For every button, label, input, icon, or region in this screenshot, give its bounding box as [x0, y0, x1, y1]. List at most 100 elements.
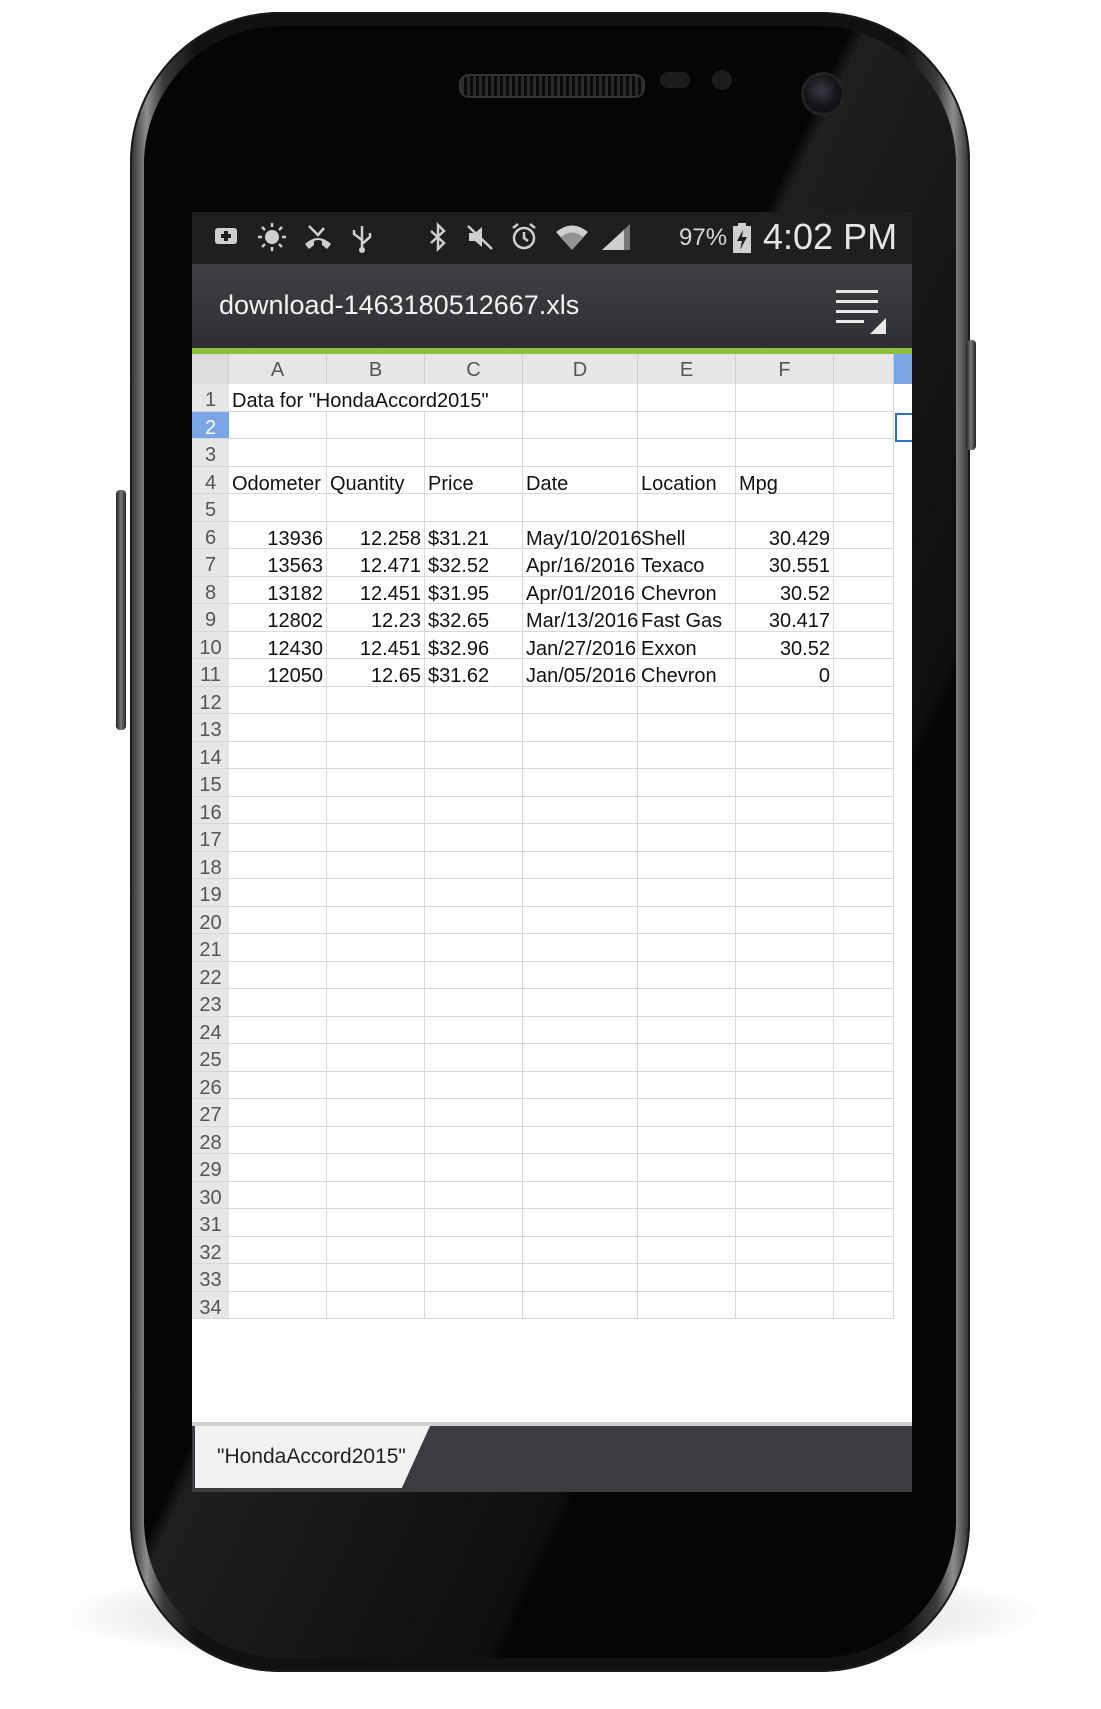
- column-header-c[interactable]: C: [425, 354, 523, 384]
- row-header[interactable]: 26: [192, 1071, 229, 1099]
- table-cell[interactable]: $32.52: [425, 549, 523, 577]
- table-cell[interactable]: [834, 796, 894, 824]
- row-header[interactable]: 7: [192, 549, 229, 577]
- row-header[interactable]: 29: [192, 1154, 229, 1182]
- row-header[interactable]: 30: [192, 1181, 229, 1209]
- table-cell[interactable]: Exxon: [638, 631, 736, 660]
- table-cell[interactable]: [327, 824, 425, 852]
- table-cell[interactable]: [736, 411, 834, 439]
- row-header[interactable]: 32: [192, 1236, 229, 1264]
- table-cell[interactable]: [327, 1264, 425, 1292]
- table-cell[interactable]: [638, 1264, 736, 1292]
- table-cell[interactable]: Date: [523, 466, 638, 495]
- table-cell[interactable]: [834, 1264, 894, 1292]
- row-header[interactable]: 31: [192, 1209, 229, 1237]
- table-cell[interactable]: [834, 604, 894, 632]
- table-cell[interactable]: [523, 494, 638, 522]
- table-cell[interactable]: [523, 1154, 638, 1182]
- table-cell[interactable]: [425, 411, 523, 439]
- table-cell[interactable]: [327, 411, 425, 439]
- table-cell[interactable]: [736, 1154, 834, 1182]
- table-cell[interactable]: [229, 851, 327, 879]
- table-cell[interactable]: [638, 411, 736, 439]
- row-header[interactable]: 5: [192, 494, 229, 522]
- table-cell[interactable]: [834, 659, 894, 687]
- table-cell[interactable]: [523, 439, 638, 467]
- row-header[interactable]: 3: [192, 439, 229, 467]
- row-header[interactable]: 1: [192, 384, 229, 412]
- row-header[interactable]: 2: [192, 411, 229, 439]
- table-cell[interactable]: 13936: [229, 521, 327, 550]
- table-cell[interactable]: Data for "HondaAccord2015": [229, 384, 523, 412]
- table-cell[interactable]: [327, 1181, 425, 1209]
- table-cell[interactable]: [327, 686, 425, 714]
- table-cell[interactable]: [523, 961, 638, 989]
- table-cell[interactable]: [327, 494, 425, 522]
- spreadsheet-grid[interactable]: A B C D E F 1 Data for "HondaAccord2015" 2…: [192, 354, 912, 1422]
- table-cell[interactable]: [834, 549, 894, 577]
- row-header[interactable]: 20: [192, 906, 229, 934]
- table-cell[interactable]: [834, 934, 894, 962]
- table-cell[interactable]: [229, 1126, 327, 1154]
- row-header[interactable]: 27: [192, 1099, 229, 1127]
- table-cell[interactable]: [834, 494, 894, 522]
- select-all-corner[interactable]: [192, 354, 229, 384]
- table-cell[interactable]: Apr/16/2016: [523, 549, 638, 577]
- table-cell[interactable]: Odometer: [229, 466, 327, 495]
- table-cell[interactable]: [834, 741, 894, 769]
- table-cell[interactable]: [229, 439, 327, 467]
- table-cell[interactable]: [523, 769, 638, 797]
- table-cell[interactable]: [327, 741, 425, 769]
- table-cell[interactable]: [638, 1236, 736, 1264]
- table-cell[interactable]: [327, 1126, 425, 1154]
- table-cell[interactable]: [523, 1016, 638, 1044]
- table-cell[interactable]: [523, 851, 638, 879]
- table-cell[interactable]: [638, 1154, 736, 1182]
- table-cell[interactable]: [327, 769, 425, 797]
- table-cell[interactable]: [638, 741, 736, 769]
- table-cell[interactable]: [229, 906, 327, 934]
- table-cell[interactable]: [834, 439, 894, 467]
- table-cell[interactable]: Location: [638, 466, 736, 495]
- table-cell[interactable]: [425, 906, 523, 934]
- table-cell[interactable]: Mar/13/2016: [523, 604, 638, 632]
- table-cell[interactable]: [638, 439, 736, 467]
- column-header-selected[interactable]: [894, 354, 912, 384]
- table-cell[interactable]: [229, 1071, 327, 1099]
- row-header[interactable]: 18: [192, 851, 229, 879]
- table-cell[interactable]: $31.62: [425, 659, 523, 687]
- column-header-b[interactable]: B: [327, 354, 425, 384]
- table-cell[interactable]: [327, 851, 425, 879]
- row-header[interactable]: 13: [192, 714, 229, 742]
- table-cell[interactable]: [736, 796, 834, 824]
- table-cell[interactable]: 12.258: [327, 521, 425, 550]
- row-header[interactable]: 33: [192, 1264, 229, 1292]
- row-header[interactable]: 19: [192, 879, 229, 907]
- table-cell[interactable]: [736, 1016, 834, 1044]
- table-cell[interactable]: [638, 1071, 736, 1099]
- table-cell[interactable]: [834, 851, 894, 879]
- table-cell[interactable]: [327, 1154, 425, 1182]
- table-cell[interactable]: [736, 1236, 834, 1264]
- table-cell[interactable]: [425, 879, 523, 907]
- table-cell[interactable]: [834, 686, 894, 714]
- table-cell[interactable]: [425, 1181, 523, 1209]
- table-cell[interactable]: [834, 1099, 894, 1127]
- table-cell[interactable]: [229, 879, 327, 907]
- table-cell[interactable]: [736, 769, 834, 797]
- table-cell[interactable]: [736, 1264, 834, 1292]
- table-cell[interactable]: [736, 1126, 834, 1154]
- table-cell[interactable]: 13182: [229, 576, 327, 605]
- table-cell[interactable]: [638, 1016, 736, 1044]
- table-cell[interactable]: $32.96: [425, 631, 523, 660]
- table-cell[interactable]: [425, 494, 523, 522]
- table-cell[interactable]: [229, 411, 327, 439]
- table-cell[interactable]: Mpg: [736, 466, 834, 495]
- table-cell[interactable]: 30.551: [736, 549, 834, 577]
- table-cell[interactable]: [327, 906, 425, 934]
- row-header[interactable]: 22: [192, 961, 229, 989]
- table-cell[interactable]: [736, 494, 834, 522]
- sheet-tab-hondaaccord2015[interactable]: "HondaAccord2015": [195, 1426, 430, 1488]
- table-cell[interactable]: [736, 824, 834, 852]
- table-cell[interactable]: [425, 686, 523, 714]
